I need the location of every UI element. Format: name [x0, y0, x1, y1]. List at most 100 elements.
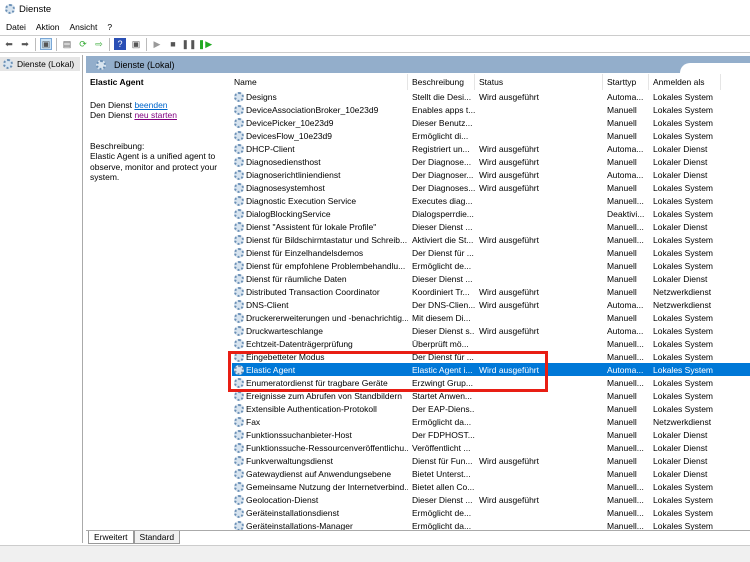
panel-header: Dienste (Lokal)	[86, 56, 750, 73]
column-header-name[interactable]: Name	[232, 74, 408, 90]
status-bar	[0, 545, 750, 562]
tab-standard[interactable]: Standard	[133, 531, 181, 544]
table-row[interactable]: DeviceAssociationBroker_10e23d9 Enables a…	[232, 103, 750, 116]
service-name-text: Funktionssuche-Ressourcenveröffentlichu.…	[246, 442, 408, 453]
forward-icon[interactable]: ➡	[19, 38, 31, 50]
table-row[interactable]: DNS-Client Der DNS-Clien... Wird ausgeführ…	[232, 298, 750, 311]
service-startup-type: Manuell...	[607, 195, 644, 206]
table-row[interactable]: DevicePicker_10e23d9 Dieser Benutz... Manu…	[232, 116, 750, 129]
table-row[interactable]: Enumeratordienst für tragbare Geräte Erzw…	[232, 376, 750, 389]
pause-icon[interactable]: ❚❚	[181, 38, 196, 50]
service-description: Der Diagnose...	[412, 156, 472, 167]
table-row[interactable]: Gatewaydienst auf Anwendungsebene Bietet …	[232, 467, 750, 480]
service-status: Wird ausgeführt	[479, 455, 539, 466]
table-row[interactable]: DialogBlockingService Dialogsperrdie... De…	[232, 207, 750, 220]
table-row[interactable]: DevicesFlow_10e23d9 Ermöglicht di... Manue…	[232, 129, 750, 142]
menu-help[interactable]: ?	[107, 22, 112, 32]
service-gear-icon	[234, 364, 244, 375]
table-row[interactable]: Ereignisse zum Abrufen von Standbildern S…	[232, 389, 750, 402]
table-row[interactable]: DHCP-Client Registriert un... Wird ausgefü…	[232, 142, 750, 155]
service-log-on-as: Lokales System	[653, 247, 713, 258]
table-row[interactable]: Dienst für Einzelhandelsdemos Der Dienst …	[232, 246, 750, 259]
service-details: Elastic Agent Den Dienst beenden Den Die…	[90, 77, 230, 183]
service-startup-type: Manuell	[607, 273, 637, 284]
console-icon[interactable]: ▣	[130, 38, 142, 50]
stop-icon[interactable]: ■	[167, 38, 179, 50]
service-startup-type: Manuell	[607, 390, 637, 401]
refresh-icon[interactable]: ⟳	[77, 38, 89, 50]
console-tree-icon[interactable]: ▣	[40, 38, 52, 50]
table-row[interactable]: Diagnosediensthost Der Diagnose... Wird au…	[232, 155, 750, 168]
table-row[interactable]: Elastic Agent Elastic Agent i... Wird ausg…	[232, 363, 750, 376]
table-row[interactable]: Distributed Transaction Coordinator Koord…	[232, 285, 750, 298]
service-description: Veröffentlicht ...	[412, 442, 471, 453]
table-row[interactable]: Geräteinstallations-Manager Ermöglicht da…	[232, 519, 750, 530]
service-log-on-as: Lokaler Dienst	[653, 221, 708, 232]
table-row[interactable]: Geräteinstallationsdienst Ermöglicht de..…	[232, 506, 750, 519]
service-name: DialogBlockingService	[232, 208, 408, 219]
menu-datei[interactable]: Datei	[6, 22, 26, 32]
column-header-startup-type[interactable]: Starttyp	[603, 74, 649, 90]
table-row[interactable]: Eingebetteter Modus Der Dienst für ... Man…	[232, 350, 750, 363]
table-row[interactable]: Dienst "Assistent für lokale Profile" Die…	[232, 220, 750, 233]
service-gear-icon	[234, 234, 244, 245]
service-description: Executes diag...	[412, 195, 473, 206]
table-row[interactable]: Diagnostic Execution Service Executes dia…	[232, 194, 750, 207]
service-status: Wird ausgeführt	[479, 91, 539, 102]
menu-ansicht[interactable]: Ansicht	[69, 22, 97, 32]
table-row[interactable]: Diagnoserichtliniendienst Der Diagnoser..…	[232, 168, 750, 181]
table-row[interactable]: Extensible Authentication-Protokoll Der E…	[232, 402, 750, 415]
menu-aktion[interactable]: Aktion	[36, 22, 60, 32]
table-row[interactable]: Dienst für empfohlene Problembehandlu...…	[232, 259, 750, 272]
stop-service-link[interactable]: beenden	[134, 100, 167, 110]
restart-service-link[interactable]: neu starten	[134, 110, 177, 120]
help-icon[interactable]: ?	[114, 38, 126, 50]
service-gear-icon	[234, 312, 244, 323]
tree-node-services-local[interactable]: Dienste (Lokal)	[0, 57, 80, 71]
service-gear-icon	[234, 377, 244, 388]
properties-icon[interactable]: ▤	[61, 38, 73, 50]
service-name: Druckwarteschlange	[232, 325, 408, 336]
start-icon[interactable]: ▶	[151, 38, 163, 50]
service-name-text: Enumeratordienst für tragbare Geräte	[246, 377, 388, 388]
service-gear-icon	[234, 260, 244, 271]
service-name: Gemeinsame Nutzung der Internetverbind..…	[232, 481, 408, 492]
table-row[interactable]: Druckwarteschlange Dieser Dienst s... Wird…	[232, 324, 750, 337]
service-gear-icon	[234, 507, 244, 518]
service-log-on-as: Lokales System	[653, 208, 713, 219]
table-row[interactable]: Gemeinsame Nutzung der Internetverbind..…	[232, 480, 750, 493]
service-name-text: Dienst für räumliche Daten	[246, 273, 347, 284]
table-row[interactable]: Dienst für Bildschirmtastatur und Schrei…	[232, 233, 750, 246]
column-header-status[interactable]: Status	[475, 74, 603, 90]
service-gear-icon	[234, 195, 244, 206]
service-startup-type: Automa...	[607, 299, 644, 310]
table-row[interactable]: Diagnosesystemhost Der Diagnoses... Wird a…	[232, 181, 750, 194]
service-description: Dieser Dienst s...	[412, 325, 475, 336]
table-row[interactable]: Echtzeit-Datenträgerprüfung Überprüft mö.…	[232, 337, 750, 350]
table-row[interactable]: Druckererweiterungen und -benachrichtig.…	[232, 311, 750, 324]
table-row[interactable]: Fax Ermöglicht da... Manuell Netzwerkdienst	[232, 415, 750, 428]
toolbar: ⬅ ➡ ▣ ▤ ⟳ ⇨ ? ▣ ▶ ■ ❚❚ ❚▶	[0, 35, 750, 53]
service-name-text: DHCP-Client	[246, 143, 295, 154]
service-description: Ermöglicht de...	[412, 260, 472, 271]
table-row[interactable]: Dienst für räumliche Daten Dieser Dienst …	[232, 272, 750, 285]
tab-extended[interactable]: Erweitert	[88, 531, 134, 544]
service-log-on-as: Lokales System	[653, 234, 713, 245]
service-name-text: Druckererweiterungen und -benachrichtig.…	[246, 312, 408, 323]
table-row[interactable]: Geolocation-Dienst Dieser Dienst ... Wird …	[232, 493, 750, 506]
service-gear-icon	[234, 494, 244, 505]
service-description: Bietet allen Co...	[412, 481, 475, 492]
service-name-text: Dienst für empfohlene Problembehandlu...	[246, 260, 406, 271]
service-name-text: Geräteinstallations-Manager	[246, 520, 353, 531]
column-header-log-on-as[interactable]: Anmelden als	[649, 74, 721, 90]
service-description: Dieser Dienst ...	[412, 273, 473, 284]
table-row[interactable]: Funktionssuchanbieter-Host Der FDPHOST...…	[232, 428, 750, 441]
column-header-description[interactable]: Beschreibung	[408, 74, 475, 90]
table-row[interactable]: Funktionssuche-Ressourcenveröffentlichu.…	[232, 441, 750, 454]
export-icon[interactable]: ⇨	[93, 38, 105, 50]
service-description: Ermöglicht da...	[412, 520, 472, 531]
back-icon[interactable]: ⬅	[3, 38, 15, 50]
table-row[interactable]: Designs Stellt die Desi... Wird ausgeführt…	[232, 90, 750, 103]
restart-icon[interactable]: ❚▶	[198, 38, 212, 50]
table-row[interactable]: Funkverwaltungsdienst Dienst für Fun... Wi…	[232, 454, 750, 467]
